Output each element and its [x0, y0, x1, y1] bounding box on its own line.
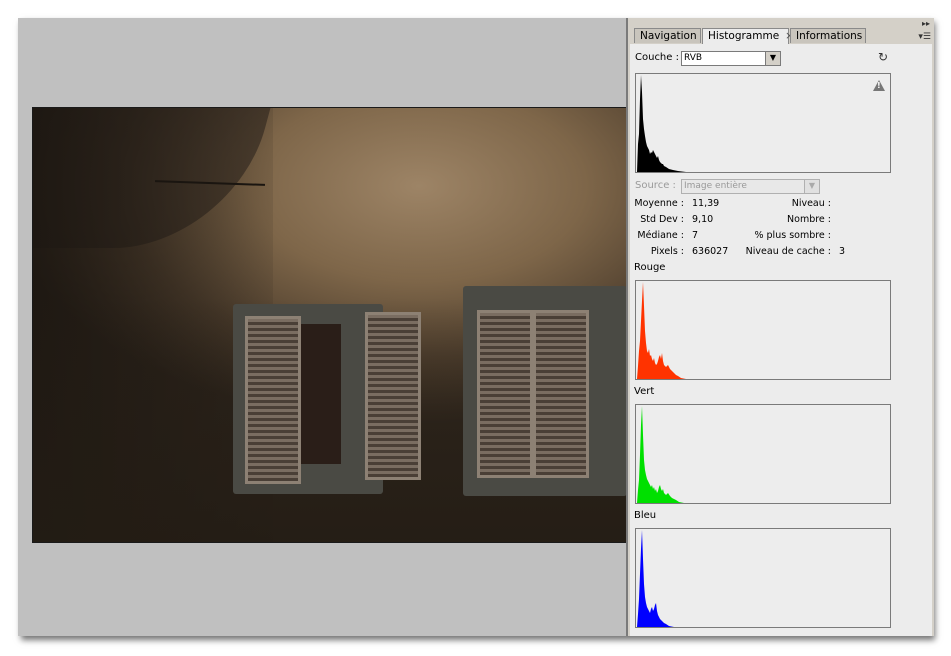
shutter: [365, 312, 421, 480]
histogram-vert-graph: [637, 406, 684, 503]
stat-label: Niveau :: [791, 198, 831, 209]
chevron-down-icon: ▼: [804, 180, 819, 193]
shutter: [533, 310, 589, 478]
document-canvas[interactable]: [18, 18, 626, 636]
histogram-main-curve: [637, 75, 686, 172]
channel-label-rouge: Rouge: [634, 262, 666, 273]
shutter: [245, 316, 301, 484]
window-opening: [301, 324, 341, 464]
histogram-rouge-graph: [637, 282, 686, 379]
shutter: [477, 310, 533, 478]
stat-label: % plus sombre :: [754, 230, 831, 241]
stat-value: 11,39: [692, 198, 720, 209]
stat-label: Médiane :: [637, 230, 684, 241]
panel-menu-icon[interactable]: ▾☰: [918, 32, 931, 42]
histogram-rouge: [635, 280, 891, 380]
channel-value: RVB: [684, 53, 703, 63]
histogram-bleu: [635, 528, 891, 628]
histogram-main-graph: [637, 75, 686, 172]
histogram-panel: ▸▸ Navigation Histogramme× Informations …: [626, 18, 934, 636]
stat-label: Moyenne :: [634, 198, 684, 209]
source-label: Source :: [635, 180, 676, 191]
stat-label: Pixels :: [650, 246, 684, 257]
channel-select[interactable]: RVB ▼: [681, 51, 781, 66]
image-preview[interactable]: [32, 107, 626, 543]
tab-informations[interactable]: Informations: [790, 28, 866, 43]
stat-label: Nombre :: [787, 214, 831, 225]
tab-label: Histogramme: [708, 30, 780, 42]
channel-label-vert: Vert: [634, 386, 655, 397]
histogram-rouge-curve: [637, 282, 686, 379]
panel-content: Couche : RVB ▼ ↻ Source : Image entière …: [630, 44, 932, 636]
histogram-vert-curve: [637, 406, 684, 503]
source-select[interactable]: Image entière ▼: [681, 179, 820, 194]
stat-label: Std Dev :: [640, 214, 684, 225]
tab-navigation[interactable]: Navigation: [634, 28, 701, 43]
channel-label: Couche :: [635, 52, 679, 63]
histogram-bleu-graph: [637, 530, 674, 627]
stat-value: 7: [692, 230, 699, 241]
stat-value: 9,10: [692, 214, 714, 225]
app-frame: ▸▸ Navigation Histogramme× Informations …: [18, 18, 934, 636]
histogram-vert: [635, 404, 891, 504]
tab-label: Navigation: [640, 30, 697, 42]
refresh-icon[interactable]: ↻: [878, 50, 888, 64]
channel-label-bleu: Bleu: [634, 510, 657, 521]
source-value: Image entière: [684, 181, 747, 191]
chevron-down-icon: ▼: [765, 52, 780, 65]
warning-icon[interactable]: [873, 80, 885, 91]
histogram-main: [635, 73, 891, 173]
stat-label: Niveau de cache :: [745, 246, 831, 257]
histogram-bleu-curve: [637, 530, 674, 627]
panel-header: ▸▸: [628, 18, 934, 28]
tab-histogramme[interactable]: Histogramme×: [702, 28, 794, 45]
stat-value: 636027: [692, 246, 729, 257]
stat-value: 3: [839, 246, 846, 257]
tab-label: Informations: [796, 30, 863, 42]
collapse-icon[interactable]: ▸▸: [922, 19, 930, 28]
